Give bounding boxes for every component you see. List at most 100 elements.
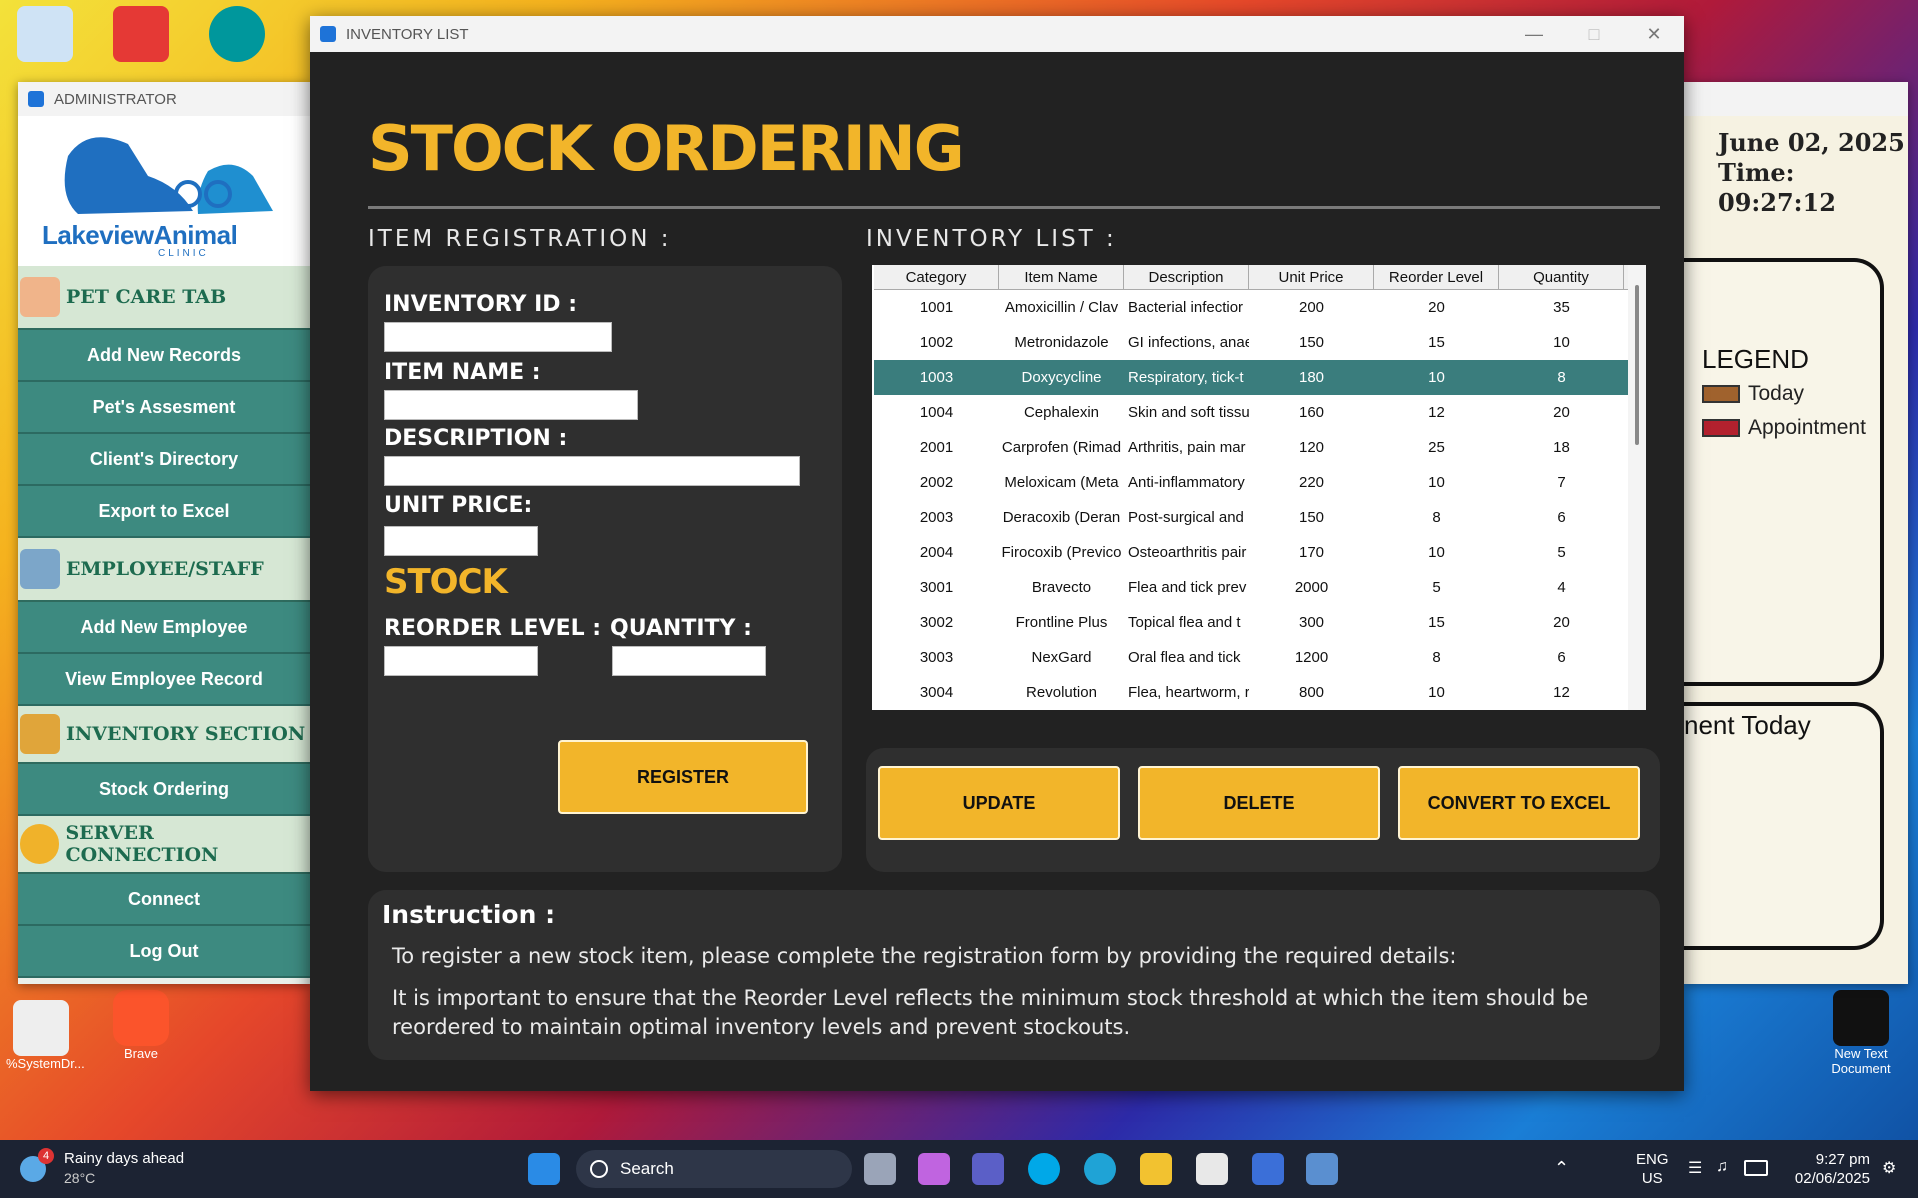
weather-text: Rainy days ahead (64, 1150, 185, 1167)
table-row[interactable]: 3002 Frontline Plus Topical flea and t 300 1… (874, 605, 1646, 640)
add-new-records-button[interactable]: Add New Records (18, 330, 310, 382)
vscode-icon[interactable] (1252, 1153, 1284, 1185)
legend-item-today: Today (1702, 382, 1804, 406)
item-name-field[interactable] (384, 390, 638, 420)
connect-button[interactable]: Connect (18, 874, 310, 926)
maximize-icon[interactable]: □ (1564, 16, 1624, 52)
reorder-level-field[interactable] (384, 646, 538, 676)
wifi-icon[interactable]: ☰ (1688, 1158, 1702, 1178)
teams-icon[interactable] (972, 1153, 1004, 1185)
logout-button[interactable]: Log Out (18, 926, 310, 978)
clients-directory-button[interactable]: Client's Directory (18, 434, 310, 486)
minimize-icon[interactable]: — (1504, 16, 1564, 52)
desktop-icon-arduino[interactable] (202, 6, 272, 62)
task-view-icon[interactable] (864, 1153, 896, 1185)
clock[interactable]: 9:27 pm 02/06/2025 (1786, 1150, 1870, 1188)
table-row[interactable]: 1001 Amoxicillin / Clav Bacterial infectio… (874, 290, 1646, 325)
add-new-employee-button[interactable]: Add New Employee (18, 602, 310, 654)
column-header[interactable]: Unit Price (1249, 265, 1374, 289)
copilot-icon[interactable] (918, 1153, 950, 1185)
table-cell: 800 (1298, 684, 1325, 701)
search-placeholder: Search (620, 1159, 674, 1178)
table-cell: 3004 (919, 684, 954, 701)
pets-assessment-button[interactable]: Pet's Assesment (18, 382, 310, 434)
export-to-excel-button[interactable]: Export to Excel (18, 486, 310, 538)
table-cell: 20 (1553, 404, 1570, 421)
logo-text: LakeviewAnimal (42, 220, 238, 250)
table-cell: Cephalexin (1023, 404, 1100, 421)
table-cell: Frontline Plus (1015, 614, 1108, 631)
table-cell: 150 (1298, 509, 1325, 526)
table-cell: 200 (1298, 299, 1325, 316)
inventory-id-field[interactable] (384, 322, 612, 352)
table-cell: 2004 (919, 544, 954, 561)
view-employee-record-button[interactable]: View Employee Record (18, 654, 310, 706)
table-row[interactable]: 1004 Cephalexin Skin and soft tissu 160 12 20 (874, 395, 1646, 430)
table-cell: 6 (1557, 649, 1566, 666)
legend-title: LEGEND (1702, 344, 1809, 374)
desktop-icon-youtube[interactable] (106, 6, 176, 62)
table-row[interactable]: 2002 Meloxicam (Meta Anti-inflammatory 220 1… (874, 465, 1646, 500)
close-icon[interactable]: ✕ (1624, 16, 1684, 52)
column-header[interactable]: Reorder Level (1374, 265, 1499, 289)
admin-titlebar[interactable]: ADMINISTRATOR (18, 82, 310, 116)
skype-icon[interactable] (1028, 1153, 1060, 1185)
convert-to-excel-button[interactable]: CONVERT TO EXCEL (1398, 766, 1640, 840)
instruction-line-1: To register a new stock item, please com… (392, 944, 1457, 968)
volume-icon[interactable]: ♫ (1716, 1158, 1728, 1176)
instruction-title: Instruction : (382, 900, 556, 929)
table-cell: 1001 (919, 299, 954, 316)
desktop-icon-systemdrive[interactable]: %SystemDr... (6, 1000, 85, 1071)
table-cell: Anti-inflammatory (1128, 474, 1245, 491)
delete-button[interactable]: DELETE (1138, 766, 1380, 840)
table-header: Category Item Name Description Unit Price Re… (874, 265, 1646, 290)
dashboard-titlebar[interactable] (1684, 82, 1908, 116)
registration-heading: ITEM REGISTRATION : (368, 226, 672, 252)
inventory-table[interactable]: Category Item Name Description Unit Price Re… (872, 265, 1646, 710)
update-button[interactable]: UPDATE (878, 766, 1120, 840)
vertical-scrollbar[interactable] (1628, 265, 1646, 710)
table-cell: 20 (1553, 614, 1570, 631)
table-row[interactable]: 3001 Bravecto Flea and tick prev 2000 5 4 (874, 570, 1646, 605)
column-header[interactable]: Description (1124, 265, 1249, 289)
table-row[interactable]: 1003 Doxycycline Respiratory, tick-t 180 10 8 (874, 360, 1646, 395)
chevron-up-icon[interactable]: ⌃ (1554, 1158, 1569, 1179)
description-field[interactable] (384, 456, 800, 486)
table-cell: Amoxicillin / Clav (1004, 299, 1119, 316)
table-row[interactable]: 3003 NexGard Oral flea and tick 1200 8 6 (874, 640, 1646, 675)
scrollbar-thumb[interactable] (1635, 285, 1639, 445)
table-row[interactable]: 2004 Firocoxib (Previco Osteoarthritis pai… (874, 535, 1646, 570)
weather-widget[interactable]: 4 Rainy days ahead 28°C (20, 1148, 200, 1190)
table-cell: 2000 (1294, 579, 1329, 596)
inventory-titlebar[interactable]: INVENTORY LIST — □ ✕ (310, 16, 1684, 52)
app-icon (28, 91, 44, 107)
windows-start-icon[interactable] (528, 1153, 560, 1185)
battery-icon[interactable] (1744, 1160, 1768, 1176)
table-row[interactable]: 1002 Metronidazole GI infections, anae 150 1… (874, 325, 1646, 360)
table-row[interactable]: 3004 Revolution Flea, heartworm, r 800 10 12 (874, 675, 1646, 710)
desktop-icon-new-text[interactable]: New Text Document (1816, 990, 1906, 1076)
desktop-icon-brave[interactable]: Brave (106, 990, 176, 1061)
register-button[interactable]: REGISTER (558, 740, 808, 814)
legend-label: Appointment (1748, 416, 1866, 439)
column-header[interactable]: Item Name (999, 265, 1124, 289)
column-header[interactable]: Quantity (1499, 265, 1624, 289)
store-icon[interactable] (1196, 1153, 1228, 1185)
table-row[interactable]: 2001 Carprofen (Rimad Arthritis, pain mar 1… (874, 430, 1646, 465)
python-app-icon[interactable] (1306, 1153, 1338, 1185)
notification-bell-icon[interactable]: ⚙ (1882, 1158, 1896, 1178)
language-indicator[interactable]: ENG US (1636, 1150, 1669, 1188)
unit-price-field[interactable] (384, 526, 538, 556)
column-header[interactable]: Category (874, 265, 999, 289)
stock-ordering-button[interactable]: Stock Ordering (18, 764, 310, 816)
table-cell: 180 (1298, 369, 1325, 386)
taskbar-search[interactable]: Search (576, 1150, 852, 1188)
inventory-icon (20, 714, 60, 754)
file-explorer-icon[interactable] (1140, 1153, 1172, 1185)
table-row[interactable]: 2003 Deracoxib (Deran Post-surgical and 150… (874, 500, 1646, 535)
table-cell: Metronidazole (1014, 334, 1109, 351)
edge-icon[interactable] (1084, 1153, 1116, 1185)
quantity-field[interactable] (612, 646, 766, 676)
desktop-icon-recycle-bin[interactable] (10, 6, 80, 62)
calendar-panel (1684, 258, 1884, 686)
